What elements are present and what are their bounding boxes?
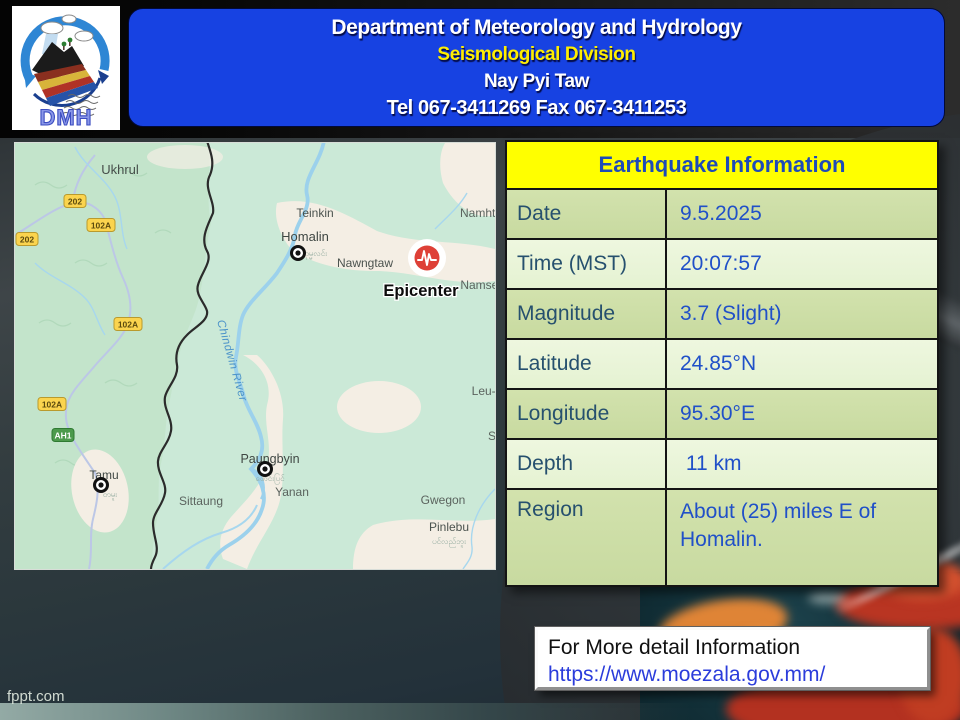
slide: fppt.com <box>0 0 960 720</box>
row-value: 9.5.2025 <box>667 190 937 238</box>
dmh-logo: DMH <box>12 6 120 130</box>
epicenter-label: Epicenter <box>383 282 459 300</box>
town-marker-icon <box>259 463 272 476</box>
table-row: Depth 11 km <box>507 440 937 490</box>
more-info-link[interactable]: https://www.moezala.gov.mm/ <box>548 661 927 688</box>
map-label: Namset <box>460 278 495 292</box>
table-row: Time (MST)20:07:57 <box>507 240 937 290</box>
svg-text:202: 202 <box>20 235 34 245</box>
town-marker-icon <box>292 247 305 260</box>
header-banner: Department of Meteorology and Hydrology … <box>128 8 945 127</box>
svg-text:AH1: AH1 <box>54 431 71 441</box>
header-department-title: Department of Meteorology and Hydrology <box>331 17 741 38</box>
map-label: Gwegon <box>421 493 466 507</box>
map-label: Homalin <box>281 229 329 244</box>
map-label: Yanan <box>275 485 309 499</box>
dmh-logo-image: DMH <box>12 6 120 130</box>
eq-table-rows: Date9.5.2025Time (MST)20:07:57Magnitude3… <box>507 190 937 585</box>
map-label: Ukhrul <box>101 162 139 177</box>
earthquake-table: Earthquake Information Date9.5.2025Time … <box>505 140 939 587</box>
map-label: Leu-u <box>472 384 495 398</box>
map-label: Nawngtaw <box>337 256 393 270</box>
town-marker-icon <box>95 479 108 492</box>
row-label: Longitude <box>507 390 667 438</box>
svg-text:102A: 102A <box>91 221 111 231</box>
svg-text:102A: 102A <box>118 320 138 330</box>
row-value: 3.7 (Slight) <box>667 290 937 338</box>
road-badge: 202 <box>64 195 86 208</box>
table-title: Earthquake Information <box>507 142 937 190</box>
table-row: Longitude95.30°E <box>507 390 937 440</box>
map-label: Pinlebu <box>429 520 469 534</box>
row-label: Date <box>507 190 667 238</box>
logo-dmh-text: DMH <box>39 105 92 130</box>
fppt-watermark: fppt.com <box>7 688 65 705</box>
row-label: Magnitude <box>507 290 667 338</box>
header-city: Nay Pyi Taw <box>484 72 589 91</box>
table-row: Date9.5.2025 <box>507 190 937 240</box>
road-badge: 102A <box>87 219 115 232</box>
row-value: 95.30°E <box>667 390 937 438</box>
header-phone: Tel 067-3411269 Fax 067-3411253 <box>387 98 687 118</box>
epicenter-map[interactable]: 202202102A102A102AAH1 Chindwin River Ukh… <box>14 142 496 570</box>
more-info-box: For More detail Information https://www.… <box>535 627 930 690</box>
road-badge: 102A <box>114 318 142 331</box>
row-label: Latitude <box>507 340 667 388</box>
row-label: Time (MST) <box>507 240 667 288</box>
svg-text:202: 202 <box>68 197 82 207</box>
table-row: RegionAbout (25) miles E of Homalin. <box>507 490 937 585</box>
more-info-text: For More detail Information <box>548 634 927 661</box>
map-label: Sittaung <box>179 494 223 508</box>
row-value: 24.85°N <box>667 340 937 388</box>
background-bottom-band <box>0 703 690 720</box>
row-value: About (25) miles E of Homalin. <box>667 490 937 585</box>
road-badge: 102A <box>38 398 66 411</box>
map-label: Teinkin <box>296 206 333 220</box>
road-badge: AH1 <box>52 429 74 442</box>
road-badge: 202 <box>16 233 38 246</box>
svg-text:102A: 102A <box>42 400 62 410</box>
row-label: Depth <box>507 440 667 488</box>
epicenter-marker[interactable] <box>408 239 446 277</box>
row-value: 20:07:57 <box>667 240 937 288</box>
table-row: Latitude24.85°N <box>507 340 937 390</box>
map-label: S <box>488 429 495 443</box>
table-row: Magnitude3.7 (Slight) <box>507 290 937 340</box>
header-division: Seismological Division <box>437 45 635 64</box>
row-value: 11 km <box>667 440 937 488</box>
map-label: Namhta <box>460 206 495 220</box>
row-label: Region <box>507 490 667 585</box>
